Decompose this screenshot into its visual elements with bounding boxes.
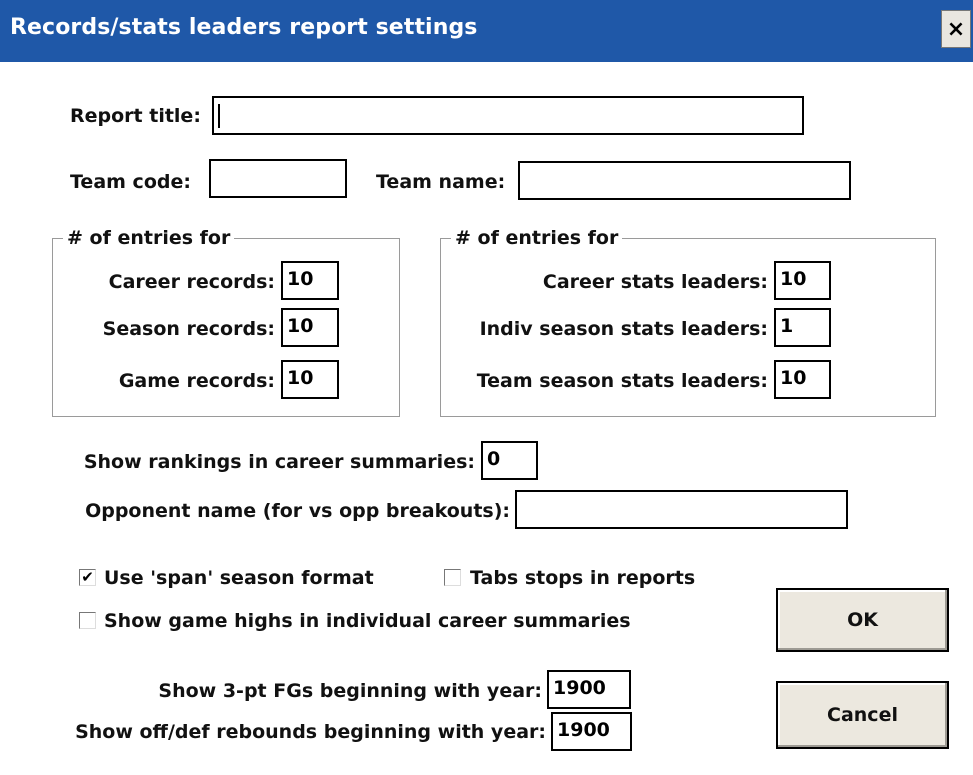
- rebounds-year-input[interactable]: 1900: [551, 712, 632, 751]
- cancel-button-label: Cancel: [827, 704, 898, 726]
- career-stats-leaders-input[interactable]: 10: [774, 261, 831, 300]
- span-format-label: Use 'span' season format: [104, 567, 374, 589]
- close-button[interactable]: ×: [941, 10, 971, 48]
- team-name-input[interactable]: [518, 161, 851, 200]
- report-title-label: Report title:: [70, 105, 201, 127]
- leaders-group-title: # of entries for: [451, 226, 623, 250]
- close-icon: ×: [946, 16, 966, 42]
- rebounds-year-label: Show off/def rebounds beginning with yea…: [75, 721, 546, 743]
- three-pt-year-label: Show 3-pt FGs beginning with year:: [158, 680, 542, 702]
- opponent-name-label: Opponent name (for vs opp breakouts):: [85, 500, 510, 522]
- indiv-season-stats-leaders-value: 1: [780, 315, 794, 337]
- career-records-label: Career records:: [108, 271, 275, 293]
- team-season-stats-leaders-label: Team season stats leaders:: [476, 370, 768, 392]
- show-rankings-input[interactable]: 0: [481, 441, 538, 480]
- cancel-button[interactable]: Cancel: [776, 681, 949, 749]
- show-rankings-label: Show rankings in career summaries:: [83, 451, 475, 473]
- team-code-input[interactable]: [209, 159, 347, 198]
- records-group-title: # of entries for: [63, 226, 235, 250]
- tab-stops-label: Tabs stops in reports: [470, 567, 696, 589]
- season-records-label: Season records:: [102, 318, 275, 340]
- game-highs-checkbox[interactable]: [79, 612, 96, 629]
- window-title: Records/stats leaders report settings: [10, 15, 478, 40]
- career-stats-leaders-label: Career stats leaders:: [542, 271, 768, 293]
- three-pt-year-input[interactable]: 1900: [547, 670, 631, 709]
- show-rankings-value: 0: [487, 448, 501, 470]
- indiv-season-stats-leaders-input[interactable]: 1: [774, 308, 831, 347]
- game-records-label: Game records:: [118, 370, 275, 392]
- game-records-value: 10: [287, 367, 314, 389]
- team-name-label: Team name:: [376, 171, 506, 193]
- checkmark-icon: ✔: [81, 568, 94, 586]
- span-format-checkbox[interactable]: ✔: [79, 569, 96, 586]
- season-records-value: 10: [287, 315, 314, 337]
- career-records-value: 10: [287, 268, 314, 290]
- game-highs-label: Show game highs in individual career sum…: [104, 610, 631, 632]
- title-bar: Records/stats leaders report settings ×: [0, 0, 973, 62]
- indiv-season-stats-leaders-label: Indiv season stats leaders:: [479, 318, 768, 340]
- team-season-stats-leaders-input[interactable]: 10: [774, 360, 831, 399]
- career-stats-leaders-value: 10: [780, 268, 807, 290]
- career-records-input[interactable]: 10: [281, 261, 339, 300]
- team-code-label: Team code:: [70, 171, 191, 193]
- report-title-input[interactable]: [212, 96, 804, 135]
- opponent-name-input[interactable]: [515, 490, 848, 529]
- season-records-input[interactable]: 10: [281, 308, 339, 347]
- tab-stops-checkbox[interactable]: [444, 569, 461, 586]
- ok-button-label: OK: [847, 609, 878, 631]
- ok-button[interactable]: OK: [776, 588, 949, 652]
- team-season-stats-leaders-value: 10: [780, 367, 807, 389]
- rebounds-year-value: 1900: [557, 719, 610, 741]
- text-cursor: [218, 104, 220, 128]
- three-pt-year-value: 1900: [553, 677, 606, 699]
- game-records-input[interactable]: 10: [281, 360, 339, 399]
